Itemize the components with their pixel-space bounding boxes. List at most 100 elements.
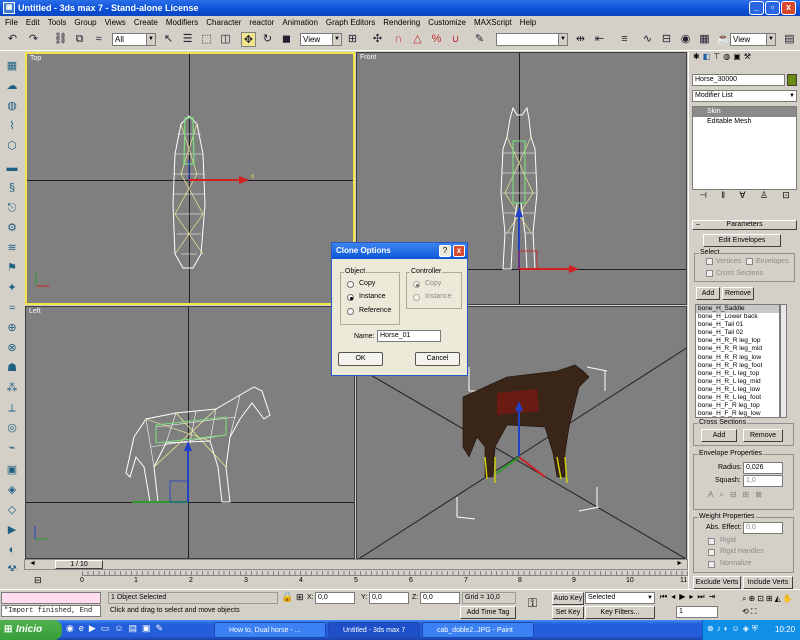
rectangular-selection-icon[interactable]: ⬚ [199, 32, 214, 47]
menu-group[interactable]: Group [71, 18, 101, 27]
list-item[interactable]: bone_H_Tail 02 [696, 329, 779, 337]
redo-icon[interactable]: ↷ [26, 32, 41, 47]
spinner-snap-icon[interactable]: ∪ [448, 32, 463, 47]
wind-icon[interactable]: ≋ [4, 240, 20, 256]
start-button[interactable]: ⊞ Inicio [0, 620, 62, 640]
named-selection-icon[interactable]: ✎ [472, 32, 487, 47]
modifier-list-dropdown[interactable]: Modifier List ▼ [692, 90, 797, 102]
deforming-mesh-icon[interactable]: ⬡ [4, 138, 20, 154]
point-to-path-icon[interactable]: ⌁ [4, 440, 20, 456]
media-player-icon[interactable]: ▶ [89, 623, 96, 637]
align-icon[interactable]: ⇤ [592, 32, 607, 47]
undo-icon[interactable]: ↶ [5, 32, 20, 47]
create-animation-icon[interactable]: ◐ [4, 542, 20, 558]
zoom-extents-all-icon[interactable]: ⊞ [766, 594, 773, 605]
display-tab-icon[interactable]: ▣ [733, 52, 741, 64]
motor-icon[interactable]: ⚙ [4, 220, 20, 236]
menu-customize[interactable]: Customize [425, 18, 471, 27]
make-unique-icon[interactable]: ∀ [739, 190, 745, 204]
track-bar[interactable]: 0 1 2 3 4 5 6 7 8 9 10 11 [80, 571, 688, 587]
convexity-test-icon[interactable]: ◇ [4, 502, 20, 518]
render-type-dropdown[interactable]: View ▼ [730, 33, 776, 46]
key-mode-toggle-icon[interactable]: ⇥ [709, 592, 716, 604]
mirror-icon[interactable]: ⇹ [573, 32, 588, 47]
dialog-help-button[interactable]: ? [439, 245, 451, 257]
z-coordinate-field[interactable]: 0,0 [420, 592, 460, 604]
auto-key-button[interactable]: Auto Key [552, 592, 584, 605]
menu-rendering[interactable]: Rendering [380, 18, 425, 27]
auto-key-mode-dropdown[interactable]: Selected ▼ [585, 592, 655, 604]
zoom-all-icon[interactable]: ⊕ [748, 594, 755, 605]
messenger-tray-icon[interactable]: ☺ [732, 624, 740, 636]
y-coordinate-field[interactable]: 0,0 [369, 592, 409, 604]
window-crossing-icon[interactable]: ◫ [218, 32, 233, 47]
create-tab-icon[interactable]: ✱ [693, 52, 700, 64]
select-and-rotate-icon[interactable]: ↻ [260, 32, 275, 47]
fixed-icon[interactable]: ▣ [4, 462, 20, 478]
open-mini-curve-editor-icon[interactable]: ⊟ [34, 575, 42, 586]
viewport-top[interactable]: Top x [25, 52, 355, 305]
menu-graph-editors[interactable]: Graph Editors [323, 18, 380, 27]
menu-tools[interactable]: Tools [45, 18, 72, 27]
app-icon[interactable]: ▣ [3, 2, 15, 14]
app-launch-icon[interactable]: ✎ [156, 623, 164, 637]
selection-filter-dropdown[interactable]: All ▼ [112, 33, 156, 46]
normalize-checkbox[interactable] [708, 561, 715, 568]
volume-icon[interactable]: ♪ [717, 624, 721, 636]
remove-bone-button[interactable]: Remove [722, 287, 754, 300]
task-3dsmax[interactable]: Untitled - 3ds max 7 [328, 622, 420, 638]
network-icon[interactable]: ⊗ [707, 624, 714, 636]
constraint-solver-icon[interactable]: ⊕ [4, 320, 20, 336]
slider-right-arrow-icon[interactable]: ► [676, 560, 683, 567]
add-time-tag-button[interactable]: Add Time Tag [460, 606, 516, 619]
list-item[interactable]: bone_H_F_R leg_low [696, 410, 779, 418]
list-item[interactable]: bone_H_R_L leg_mid [696, 378, 779, 386]
task-browser[interactable]: How to, Dual horse - ... [214, 622, 326, 638]
include-verts-button[interactable]: Include Verts [743, 576, 793, 589]
slider-left-arrow-icon[interactable]: ◄ [29, 560, 36, 567]
select-by-name-icon[interactable]: ☰ [180, 32, 195, 47]
point-to-point-icon[interactable]: ⁂ [4, 380, 20, 396]
tray-app-icon[interactable]: ◈ [743, 624, 749, 636]
menu-file[interactable]: File [2, 18, 23, 27]
preview-animation-icon[interactable]: ▶ [4, 522, 20, 538]
list-item[interactable]: bone_H_F_R leg_top [696, 402, 779, 410]
link-icon[interactable]: ⛓ [53, 32, 68, 47]
cross-sections-checkbox[interactable] [706, 270, 713, 277]
key-filters-button[interactable]: Key Filters... [585, 606, 655, 619]
list-item[interactable]: bone_H_R_L leg_low [696, 386, 779, 394]
snaps-toggle-icon[interactable]: ∩ [391, 32, 406, 47]
firefox-icon[interactable]: ◉ [66, 623, 74, 637]
reference-radio[interactable] [347, 308, 354, 315]
list-item[interactable]: bone_H_R_R leg_low [696, 354, 779, 362]
layer-manager-icon[interactable]: ≡ [617, 32, 632, 47]
toy-car-icon[interactable]: ⚑ [4, 260, 20, 276]
zoom-icon[interactable]: ⌕ [742, 594, 746, 605]
bind-space-warp-icon[interactable]: ≈ [91, 32, 106, 47]
viewport-left[interactable]: Left [25, 306, 355, 559]
maxscript-listener-pink[interactable] [1, 592, 101, 604]
squash-spinner[interactable]: 1,0 [743, 475, 783, 487]
soft-body-collection-icon[interactable]: ◍ [4, 98, 20, 114]
set-key-button[interactable]: Set Key [552, 606, 584, 619]
cloth-collection-icon[interactable]: ☁ [4, 78, 20, 94]
maxscript-listener[interactable]: "Import finished, End [1, 605, 101, 617]
lock-selection-icon[interactable]: 🔒 [281, 592, 293, 603]
menu-views[interactable]: Views [102, 18, 131, 27]
ie-icon[interactable]: e [79, 623, 84, 637]
render-scene-icon[interactable]: ▦ [697, 32, 712, 47]
radius-spinner[interactable]: 0,026 [743, 462, 783, 474]
menu-modifiers[interactable]: Modifiers [163, 18, 203, 27]
rigid-body-collection-icon[interactable]: ▦ [4, 58, 20, 74]
exclude-verts-button[interactable]: Exclude Verts [693, 576, 741, 589]
schematic-view-icon[interactable]: ⊟ [659, 32, 674, 47]
named-selection-sets-dropdown[interactable]: ▼ [496, 33, 568, 46]
x-coordinate-field[interactable]: 0,0 [315, 592, 355, 604]
list-item[interactable]: bone_H_Tail 01 [696, 321, 779, 329]
add-bone-button[interactable]: Add [696, 287, 720, 300]
hinge-icon[interactable]: ⊗ [4, 340, 20, 356]
folder-icon[interactable]: ▭ [101, 623, 110, 637]
analyze-world-icon[interactable]: ◈ [4, 482, 20, 498]
abs-effect-spinner[interactable]: 0,0 [743, 522, 783, 534]
plane-icon[interactable]: ▬ [4, 160, 20, 176]
